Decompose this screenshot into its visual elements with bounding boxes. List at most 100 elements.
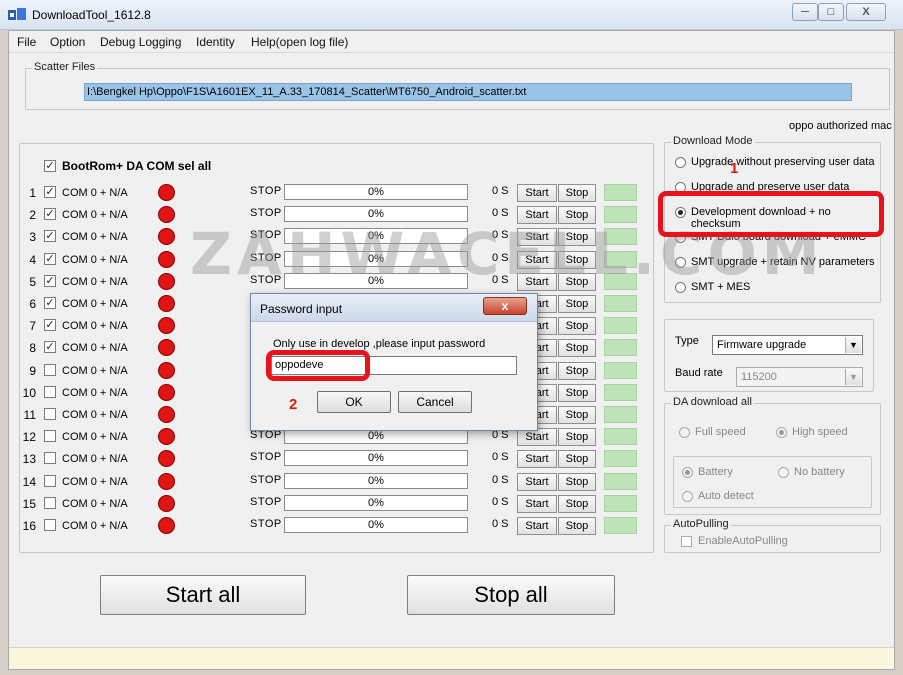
ok-button[interactable]: OK bbox=[317, 391, 391, 413]
app-icon bbox=[8, 8, 26, 20]
status-led-icon bbox=[158, 317, 175, 334]
title-bar[interactable]: DownloadTool_1612.8 ─ □ X bbox=[0, 0, 903, 30]
port-checkbox[interactable] bbox=[44, 364, 56, 376]
autopulling-group: AutoPulling EnableAutoPulling bbox=[664, 518, 881, 553]
port-checkbox[interactable] bbox=[44, 430, 56, 442]
progress-bar: 0% bbox=[284, 184, 468, 200]
maximize-button[interactable]: □ bbox=[818, 3, 844, 21]
port-checkbox[interactable]: ✓ bbox=[44, 186, 56, 198]
enable-autopulling-checkbox[interactable] bbox=[681, 536, 692, 547]
start-button[interactable]: Start bbox=[517, 473, 557, 491]
close-button[interactable]: X bbox=[846, 3, 886, 21]
start-button[interactable]: Start bbox=[517, 517, 557, 535]
scatter-files-label: Scatter Files bbox=[32, 61, 98, 73]
stop-button[interactable]: Stop bbox=[558, 473, 596, 491]
no-battery-radio[interactable] bbox=[778, 467, 789, 478]
baud-rate-select[interactable]: 115200 ▼ bbox=[736, 367, 863, 387]
ready-indicator bbox=[604, 384, 637, 401]
menu-identity[interactable]: Identity bbox=[196, 35, 235, 49]
port-checkbox[interactable]: ✓ bbox=[44, 275, 56, 287]
row-number: 1 bbox=[29, 186, 36, 200]
auto-detect-label: Auto detect bbox=[698, 490, 754, 502]
status-led-icon bbox=[158, 406, 175, 423]
high-speed-radio[interactable] bbox=[776, 427, 787, 438]
menu-option[interactable]: Option bbox=[50, 35, 85, 49]
select-all-checkbox[interactable]: ✓ bbox=[44, 160, 56, 172]
port-status-text: STOP bbox=[250, 496, 282, 508]
start-button[interactable]: Start bbox=[517, 450, 557, 468]
stop-button[interactable]: Stop bbox=[558, 517, 596, 535]
dialog-message: Only use in develop ,please input passwo… bbox=[273, 338, 486, 350]
port-checkbox[interactable] bbox=[44, 475, 56, 487]
download-mode-option-label: Upgrade without preserving user data bbox=[691, 156, 875, 168]
status-led-icon bbox=[158, 295, 175, 312]
dialog-title-bar[interactable]: Password input x bbox=[251, 294, 537, 322]
ready-indicator bbox=[604, 317, 637, 334]
battery-label: Battery bbox=[698, 466, 733, 478]
elapsed-seconds: 0 S bbox=[492, 185, 509, 197]
type-select[interactable]: Firmware upgrade ▼ bbox=[712, 335, 863, 355]
elapsed-seconds: 0 S bbox=[492, 451, 509, 463]
port-checkbox[interactable] bbox=[44, 386, 56, 398]
start-button[interactable]: Start bbox=[517, 184, 557, 202]
port-checkbox[interactable]: ✓ bbox=[44, 319, 56, 331]
stop-button[interactable]: Stop bbox=[558, 339, 596, 357]
download-mode-label: Download Mode bbox=[671, 135, 755, 147]
window-title: DownloadTool_1612.8 bbox=[32, 8, 151, 22]
stop-button[interactable]: Stop bbox=[558, 184, 596, 202]
port-checkbox[interactable]: ✓ bbox=[44, 253, 56, 265]
port-status-text: STOP bbox=[250, 474, 282, 486]
com-port-label: COM 0 + N/A bbox=[62, 276, 128, 288]
port-checkbox[interactable] bbox=[44, 408, 56, 420]
com-port-label: COM 0 + N/A bbox=[62, 187, 128, 199]
port-checkbox[interactable]: ✓ bbox=[44, 230, 56, 242]
annotation-number-1: 1 bbox=[730, 160, 739, 177]
status-led-icon bbox=[158, 517, 175, 534]
stop-button[interactable]: Stop bbox=[558, 495, 596, 513]
progress-text: 0% bbox=[368, 497, 384, 509]
dialog-close-icon[interactable]: x bbox=[483, 297, 527, 315]
start-button[interactable]: Start bbox=[517, 495, 557, 513]
auto-detect-radio[interactable] bbox=[682, 491, 693, 502]
battery-radio[interactable] bbox=[682, 467, 693, 478]
port-checkbox[interactable] bbox=[44, 519, 56, 531]
port-checkbox[interactable]: ✓ bbox=[44, 208, 56, 220]
minimize-button[interactable]: ─ bbox=[792, 3, 818, 21]
scatter-path-field[interactable]: I:\Bengkel Hp\Oppo\F1S\A1601EX_11_A.33_1… bbox=[84, 83, 852, 101]
progress-bar: 0% bbox=[284, 450, 468, 466]
stop-button[interactable]: Stop bbox=[558, 406, 596, 424]
port-checkbox[interactable] bbox=[44, 452, 56, 464]
stop-button[interactable]: Stop bbox=[558, 362, 596, 380]
port-checkbox[interactable]: ✓ bbox=[44, 297, 56, 309]
com-port-label: COM 0 + N/A bbox=[62, 498, 128, 510]
progress-text: 0% bbox=[368, 186, 384, 198]
annotation-box-download-mode bbox=[658, 191, 884, 237]
start-all-button[interactable]: Start all bbox=[100, 575, 306, 615]
type-settings-group: Type Firmware upgrade ▼ Baud rate 115200… bbox=[664, 319, 874, 392]
full-speed-radio[interactable] bbox=[679, 427, 690, 438]
com-port-label: COM 0 + N/A bbox=[62, 453, 128, 465]
download-mode-radio[interactable] bbox=[675, 157, 686, 168]
progress-text: 0% bbox=[368, 452, 384, 464]
port-checkbox[interactable] bbox=[44, 497, 56, 509]
stop-button[interactable]: Stop bbox=[558, 450, 596, 468]
menu-file[interactable]: File bbox=[17, 35, 36, 49]
stop-button[interactable]: Stop bbox=[558, 428, 596, 446]
port-checkbox[interactable]: ✓ bbox=[44, 341, 56, 353]
no-battery-label: No battery bbox=[794, 466, 845, 478]
menu-bar: File Option Debug Logging Identity Help(… bbox=[9, 31, 894, 53]
da-download-group: DA download all Full speed High speed Ba… bbox=[664, 396, 881, 515]
menu-debug-logging[interactable]: Debug Logging bbox=[100, 35, 181, 49]
row-number: 12 bbox=[22, 430, 36, 444]
stop-button[interactable]: Stop bbox=[558, 295, 596, 313]
stop-button[interactable]: Stop bbox=[558, 384, 596, 402]
stop-button[interactable]: Stop bbox=[558, 317, 596, 335]
row-number: 9 bbox=[29, 364, 36, 378]
row-number: 6 bbox=[29, 297, 36, 311]
cancel-button[interactable]: Cancel bbox=[398, 391, 472, 413]
stop-all-button[interactable]: Stop all bbox=[407, 575, 615, 615]
battery-subgroup: Battery No battery Auto detect bbox=[673, 456, 872, 508]
status-bar bbox=[9, 647, 894, 669]
full-speed-label: Full speed bbox=[695, 426, 746, 438]
menu-help[interactable]: Help(open log file) bbox=[251, 35, 348, 49]
